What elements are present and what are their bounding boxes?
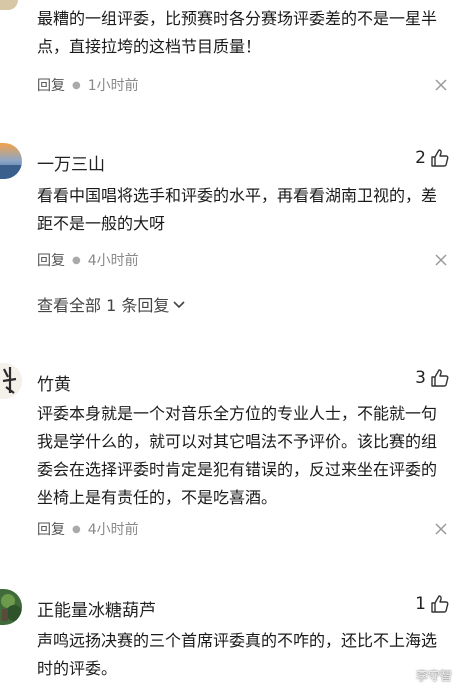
comment-text: 声鸣远扬决赛的三个首席评委真的不咋的，还比不上海选时的评委。 <box>37 631 438 678</box>
comment-text: 最糟的一组评委，比预赛时各分赛场评委差的不是一星半点，直接拉垮的这档节目质量！ <box>37 9 438 56</box>
reply-button[interactable]: 回复 <box>37 519 65 539</box>
like-count: 1 <box>415 594 426 614</box>
close-icon[interactable] <box>434 253 448 267</box>
avatar[interactable] <box>0 589 22 625</box>
username[interactable]: 竹黄 <box>37 370 71 395</box>
like-button[interactable]: 2 <box>415 148 450 168</box>
thumbs-up-icon <box>431 595 449 613</box>
avatar[interactable] <box>0 143 22 179</box>
reply-button[interactable]: 回复 <box>37 250 65 270</box>
separator-dot: ● <box>72 254 81 266</box>
like-button[interactable]: 3 <box>415 368 450 388</box>
watermark: 李守智 <box>415 669 452 683</box>
separator-dot: ● <box>72 523 81 535</box>
view-all-replies-label: 查看全部 1 条回复 <box>37 296 170 315</box>
comment-text: 评委本身就是一个对音乐全方位的专业人士，不能就一句我是学什么的，就可以对其它唱法… <box>37 404 438 507</box>
like-button[interactable]: 1 <box>415 594 450 614</box>
comment-meta: 回复 ● 4小时前 <box>37 250 139 270</box>
comment-time: 1小时前 <box>87 78 139 94</box>
avatar[interactable] <box>0 0 18 10</box>
avatar[interactable] <box>0 363 22 399</box>
comment-meta: 回复 ● 4小时前 <box>37 519 139 539</box>
username[interactable]: 一万三山 <box>37 150 105 175</box>
reply-button[interactable]: 回复 <box>37 75 65 95</box>
close-icon[interactable] <box>434 522 448 536</box>
like-count: 2 <box>415 148 426 168</box>
username[interactable]: 正能量冰糖葫芦 <box>37 596 156 621</box>
view-all-replies-link[interactable]: 查看全部 1 条回复 <box>37 292 185 316</box>
close-icon[interactable] <box>434 78 448 92</box>
comment-time: 4小时前 <box>87 253 139 269</box>
chevron-down-icon <box>173 301 185 309</box>
like-count: 3 <box>415 368 426 388</box>
thumbs-up-icon <box>431 149 449 167</box>
thumbs-up-icon <box>431 369 449 387</box>
comment-time: 4小时前 <box>87 522 139 538</box>
comment-meta: 回复 ● 1小时前 <box>37 75 139 95</box>
comment-text: 看看中国唱将选手和评委的水平，再看看湖南卫视的，差距不是一般的大呀 <box>37 186 438 233</box>
separator-dot: ● <box>72 79 81 91</box>
